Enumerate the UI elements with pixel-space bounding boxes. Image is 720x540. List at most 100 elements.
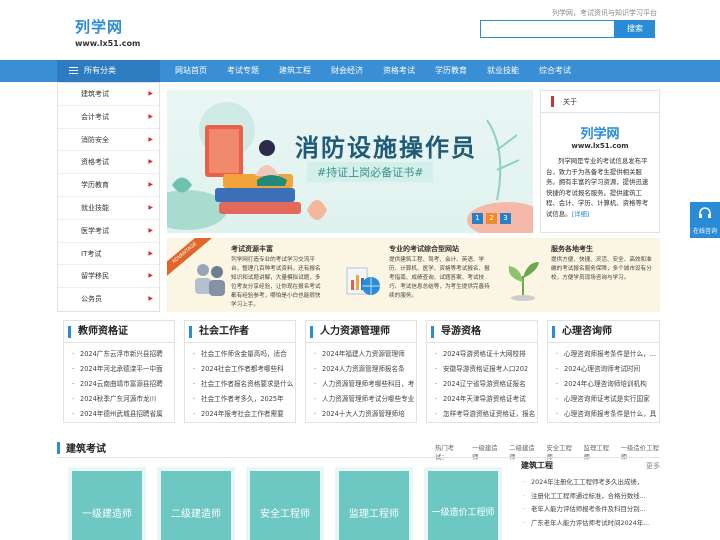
list-item[interactable]: 广东老年人能力评估师考试时间2024年... xyxy=(521,517,660,531)
list-item[interactable]: 人力资源管理师考哪些科目，考 xyxy=(314,377,416,392)
advantage-col-2: 专业的考试综合型网站 提供建筑工程、驾考、会计、英语、学历、计算机、医学、资格等… xyxy=(389,244,491,301)
nav-item-topics[interactable]: 考试专题 xyxy=(217,60,269,82)
list-item[interactable]: 老年人能力评估师报考条件及科目分别... xyxy=(521,503,660,517)
exam-tile[interactable]: 监理工程师 xyxy=(335,467,413,540)
carousel-page-1[interactable]: 1 xyxy=(472,213,483,224)
exam-tile[interactable]: 一级造价工程师 xyxy=(424,467,502,540)
logo-text: 列学网 xyxy=(75,18,124,36)
hot-link[interactable]: 安全工程师 xyxy=(546,443,574,461)
list-item[interactable]: 2024年报考社会工作者需要 xyxy=(193,407,295,422)
search-button[interactable]: 搜索 xyxy=(615,20,655,38)
list-item[interactable]: 2024导游资格证十大网校排 xyxy=(435,347,537,362)
list-item[interactable]: 2024秋季广东河源市龙川 xyxy=(72,392,174,407)
main-nav: 所有分类 网站首页 考试专题 建筑工程 财会经济 资格考试 学历教育 就业技能 … xyxy=(0,60,720,82)
hot-link[interactable]: 一级造价工程师 xyxy=(621,443,660,461)
nav-item-home[interactable]: 网站首页 xyxy=(165,60,217,82)
all-categories-label: 所有分类 xyxy=(84,66,116,75)
category-title[interactable]: 人力资源管理师 xyxy=(320,326,390,337)
category-title[interactable]: 社会工作者 xyxy=(199,326,249,337)
list-item[interactable]: 注册化工工程师通过标准，合格分数线... xyxy=(521,490,660,504)
nav-item-education[interactable]: 学历教育 xyxy=(425,60,477,82)
list-item[interactable]: 2024年河北承德滦平一中面 xyxy=(72,362,174,377)
list-item[interactable]: 2024年德州武城县招聘省属 xyxy=(72,407,174,422)
sidebar-item[interactable]: 留学移民 ▶ xyxy=(58,265,159,289)
category-title[interactable]: 导游资格 xyxy=(441,326,481,337)
list-item[interactable]: 怎样考导游资格证资格证，报名 xyxy=(435,407,537,422)
carousel-pager: 1 2 3 xyxy=(472,213,511,224)
hot-link[interactable]: 二级建造师 xyxy=(509,443,537,461)
list-item[interactable]: 2024云南曲靖市富源县招聘 xyxy=(72,377,174,392)
sidebar-item[interactable]: 学历教育 ▶ xyxy=(58,174,159,197)
sidebar-item-label: 就业技能 xyxy=(81,203,109,212)
nav-item-general[interactable]: 综合考试 xyxy=(529,60,581,82)
chevron-right-icon: ▶ xyxy=(148,295,153,303)
chevron-right-icon: ▶ xyxy=(148,203,153,211)
globe-chart-icon xyxy=(346,267,380,295)
side-list-title: 建筑工程 xyxy=(521,461,553,470)
chevron-right-icon: ▶ xyxy=(148,158,153,166)
list-item[interactable]: 2024十大人力资源管理师培 xyxy=(314,407,416,422)
list-item[interactable]: 2024广东云浮市新兴县招聘 xyxy=(72,347,174,362)
hot-link[interactable]: 监理工程师 xyxy=(584,443,612,461)
nav-item-finance[interactable]: 财会经济 xyxy=(321,60,373,82)
sidebar-item[interactable]: 就业技能 ▶ xyxy=(58,197,159,220)
list-item[interactable]: 2024心理咨询师考试时间 xyxy=(556,362,659,377)
sidebar-item[interactable]: IT考试 ▶ xyxy=(58,243,159,266)
about-more-link[interactable]: [详细] xyxy=(572,210,590,218)
site-logo[interactable]: 列学网 www.lx51.com xyxy=(75,16,140,48)
list-item[interactable]: 社会工作者报名资格要求是什么 xyxy=(193,377,295,392)
list-item[interactable]: 2024人力资源管理师报名条 xyxy=(314,362,416,377)
chevron-right-icon: ▶ xyxy=(148,112,153,120)
nav-item-skills[interactable]: 就业技能 xyxy=(477,60,529,82)
side-news-list: 建筑工程 更多 2024年注册化工工程师考多久出成绩， 注册化工工程师通过标准，合… xyxy=(521,460,660,530)
category-title[interactable]: 心理咨询师 xyxy=(562,326,612,337)
hot-label: 热门考试： xyxy=(435,444,455,461)
all-categories-button[interactable]: 所有分类 xyxy=(57,60,160,82)
sidebar-item[interactable]: 医学考试 ▶ xyxy=(58,220,159,243)
exam-tile-label: 监理工程师 xyxy=(349,509,399,520)
list-item[interactable]: 社会工作师含金量高吗，适合 xyxy=(193,347,295,362)
section-title: 建筑考试 xyxy=(66,444,106,455)
list-item[interactable]: 2024年天津导游资格证考试 xyxy=(435,392,537,407)
advantage-title: 考试资源丰富 xyxy=(231,245,273,253)
nav-item-construction[interactable]: 建筑工程 xyxy=(269,60,321,82)
chevron-right-icon: ▶ xyxy=(148,272,153,280)
advantage-text: 提供建筑工程、驾考、会计、英语、学历、计算机、医学、资格等考试报名、报考指南、成… xyxy=(389,257,490,299)
sidebar-item[interactable]: 公务员 ▶ xyxy=(58,288,159,311)
advantage-col-1: 考试资源丰富 列学网打造专业的考试学习交流平台，整理几百种考试资料，还有报名知识… xyxy=(231,244,323,310)
list-item[interactable]: 2024社会工作者都考哪些科 xyxy=(193,362,295,377)
carousel-page-3[interactable]: 3 xyxy=(500,213,511,224)
category-box-social-worker: 社会工作者 社会工作师含金量高吗，适合 2024社会工作者都考哪些科 社会工作者… xyxy=(184,320,296,423)
sidebar-item[interactable]: 资格考试 ▶ xyxy=(58,151,159,175)
divider xyxy=(57,457,660,458)
about-heading: 关于 xyxy=(563,98,577,106)
sidebar-item[interactable]: 建筑考试 ▶ xyxy=(58,83,159,106)
exam-tile[interactable]: 一级建造师 xyxy=(68,467,146,540)
banner-carousel[interactable]: 消防设施操作员 #持证上岗必备证书# 1 2 3 xyxy=(167,90,533,233)
list-item[interactable]: 心理咨询师报考条件是什么，具 xyxy=(556,407,659,422)
more-link[interactable]: 更多 xyxy=(646,461,660,471)
exam-tile[interactable]: 二级建造师 xyxy=(157,467,235,540)
category-title[interactable]: 教师资格证 xyxy=(78,326,128,337)
advantage-title: 服务各地考生 xyxy=(551,245,593,253)
list-item[interactable]: 心理咨询师证考试是实行国家 xyxy=(556,392,659,407)
list-item[interactable]: 安徽导游资格证报考入口202 xyxy=(435,362,537,377)
search-input[interactable] xyxy=(480,20,615,38)
exam-tile[interactable]: 安全工程师 xyxy=(246,467,324,540)
sidebar-item-label: 学历教育 xyxy=(81,181,109,190)
nav-item-qualification[interactable]: 资格考试 xyxy=(373,60,425,82)
list-item[interactable]: 人力资源管理师考试分哪些专业 xyxy=(314,392,416,407)
online-service-button[interactable]: 在线咨询 xyxy=(690,202,720,238)
hot-link[interactable]: 一级建造师 xyxy=(472,443,500,461)
list-item[interactable]: 社会工作者考多久，2025年 xyxy=(193,392,295,407)
chevron-right-icon: ▶ xyxy=(148,226,153,234)
list-item[interactable]: 2024辽宁省导游资格证报名 xyxy=(435,377,537,392)
list-item[interactable]: 心理咨询师报考条件是什么，... xyxy=(556,347,659,362)
sidebar-item[interactable]: 消防安全 ▶ xyxy=(58,129,159,152)
sidebar-item[interactable]: 会计考试 ▶ xyxy=(58,106,159,129)
carousel-page-2[interactable]: 2 xyxy=(486,213,497,224)
list-item[interactable]: 2024年注册化工工程师考多久出成绩， xyxy=(521,476,660,490)
list-item[interactable]: 2024年福建人力资源管理师 xyxy=(314,347,416,362)
site-slogan: 列学网，考试资讯与知识学习平台 xyxy=(552,9,657,17)
list-item[interactable]: 2024年心理咨询师培训机构 xyxy=(556,377,659,392)
